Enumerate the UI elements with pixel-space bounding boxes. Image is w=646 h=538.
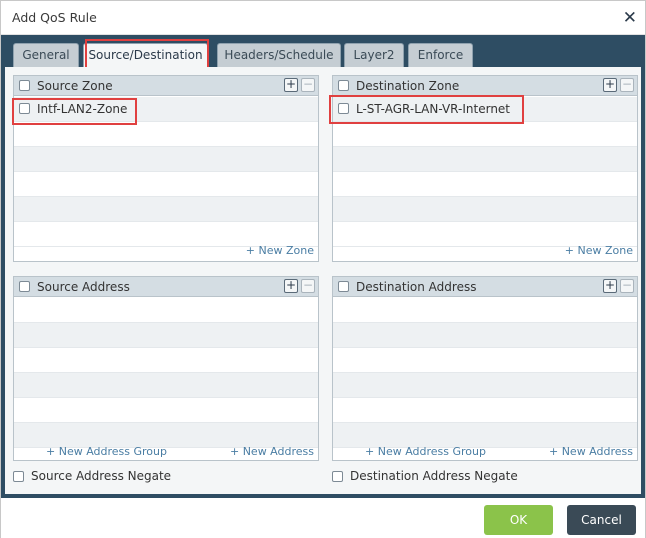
- source-address-header: Source Address + −: [14, 277, 318, 297]
- dialog-body: General Source/Destination Headers/Sched…: [1, 35, 645, 498]
- empty-row: [14, 348, 318, 373]
- source-destination-panel: Source Zone + − Intf-LAN2-Zone + New Zon…: [5, 67, 641, 494]
- source-address-negate[interactable]: Source Address Negate: [13, 469, 293, 485]
- destination-zone-header-title: Destination Zone: [356, 79, 460, 93]
- source-address-grid: Source Address + − + New Address Group +…: [13, 276, 319, 461]
- destination-new-address-link[interactable]: + New Address: [549, 445, 633, 458]
- source-new-address-link[interactable]: + New Address: [230, 445, 314, 458]
- source-address-negate-checkbox[interactable]: [13, 471, 24, 482]
- tab-layer2[interactable]: Layer2: [344, 43, 404, 67]
- dialog-footer: OK Cancel: [1, 498, 645, 538]
- empty-row: [14, 323, 318, 348]
- source-address-negate-label: Source Address Negate: [31, 469, 172, 483]
- tab-enforce[interactable]: Enforce: [408, 43, 473, 67]
- destination-zone-header: Destination Zone + −: [333, 76, 637, 96]
- destination-address-rows: [333, 298, 637, 448]
- empty-row: [333, 348, 637, 373]
- destination-zone-rows: L-ST-AGR-LAN-VR-Internet: [333, 97, 637, 247]
- empty-row: [14, 147, 318, 172]
- empty-row: [14, 298, 318, 323]
- source-new-zone-link[interactable]: + New Zone: [246, 244, 314, 257]
- destination-zone-row[interactable]: L-ST-AGR-LAN-VR-Internet: [333, 97, 637, 122]
- empty-row: [333, 298, 637, 323]
- destination-zone-grid: Destination Zone + − L-ST-AGR-LAN-VR-Int…: [332, 75, 638, 262]
- minus-icon: −: [620, 278, 634, 293]
- destination-zone-select-all-checkbox[interactable]: [338, 80, 349, 91]
- plus-icon[interactable]: +: [603, 279, 617, 293]
- minus-icon: −: [301, 77, 315, 92]
- plus-icon[interactable]: +: [284, 78, 298, 92]
- source-zone-select-all-checkbox[interactable]: [19, 80, 30, 91]
- minus-icon: −: [620, 77, 634, 92]
- minus-icon: −: [301, 278, 315, 293]
- ok-button[interactable]: OK: [484, 505, 553, 535]
- empty-row: [333, 122, 637, 147]
- empty-row: [333, 398, 637, 423]
- plus-icon[interactable]: +: [284, 279, 298, 293]
- empty-row: [333, 147, 637, 172]
- tab-headers-schedule[interactable]: Headers/Schedule: [217, 43, 341, 67]
- destination-address-header: Destination Address + −: [333, 277, 637, 297]
- source-zone-name: Intf-LAN2-Zone: [37, 102, 128, 116]
- dialog-title-bar: Add QoS Rule ✕: [1, 1, 645, 35]
- destination-new-address-group-link[interactable]: + New Address Group: [365, 445, 486, 458]
- empty-row: [333, 197, 637, 222]
- destination-address-negate[interactable]: Destination Address Negate: [332, 469, 612, 485]
- empty-row: [333, 172, 637, 197]
- row-checkbox[interactable]: [338, 103, 349, 114]
- destination-zone-name: L-ST-AGR-LAN-VR-Internet: [356, 102, 511, 116]
- row-checkbox[interactable]: [19, 103, 30, 114]
- plus-icon[interactable]: +: [603, 78, 617, 92]
- destination-address-select-all-checkbox[interactable]: [338, 281, 349, 292]
- source-zone-header-title: Source Zone: [37, 79, 113, 93]
- empty-row: [14, 197, 318, 222]
- empty-row: [14, 373, 318, 398]
- empty-row: [14, 398, 318, 423]
- destination-address-negate-label: Destination Address Negate: [350, 469, 518, 483]
- source-address-header-title: Source Address: [37, 280, 130, 294]
- cancel-button[interactable]: Cancel: [567, 505, 636, 535]
- tab-general[interactable]: General: [13, 43, 79, 67]
- empty-row: [14, 122, 318, 147]
- source-new-address-group-link[interactable]: + New Address Group: [46, 445, 167, 458]
- dialog-title: Add QoS Rule: [12, 10, 97, 25]
- add-qos-rule-dialog: Add QoS Rule ✕ General Source/Destinatio…: [0, 0, 646, 538]
- destination-new-zone-link[interactable]: + New Zone: [565, 244, 633, 257]
- source-zone-row[interactable]: Intf-LAN2-Zone: [14, 97, 318, 122]
- source-zone-grid: Source Zone + − Intf-LAN2-Zone + New Zon…: [13, 75, 319, 262]
- destination-address-negate-checkbox[interactable]: [332, 471, 343, 482]
- source-zone-header: Source Zone + −: [14, 76, 318, 96]
- source-address-select-all-checkbox[interactable]: [19, 281, 30, 292]
- source-zone-rows: Intf-LAN2-Zone: [14, 97, 318, 247]
- empty-row: [333, 323, 637, 348]
- empty-row: [14, 172, 318, 197]
- destination-address-header-title: Destination Address: [356, 280, 477, 294]
- source-address-rows: [14, 298, 318, 448]
- close-icon[interactable]: ✕: [623, 8, 637, 28]
- empty-row: [333, 373, 637, 398]
- destination-address-grid: Destination Address + − + New Address Gr…: [332, 276, 638, 461]
- tab-source-destination[interactable]: Source/Destination: [83, 43, 208, 67]
